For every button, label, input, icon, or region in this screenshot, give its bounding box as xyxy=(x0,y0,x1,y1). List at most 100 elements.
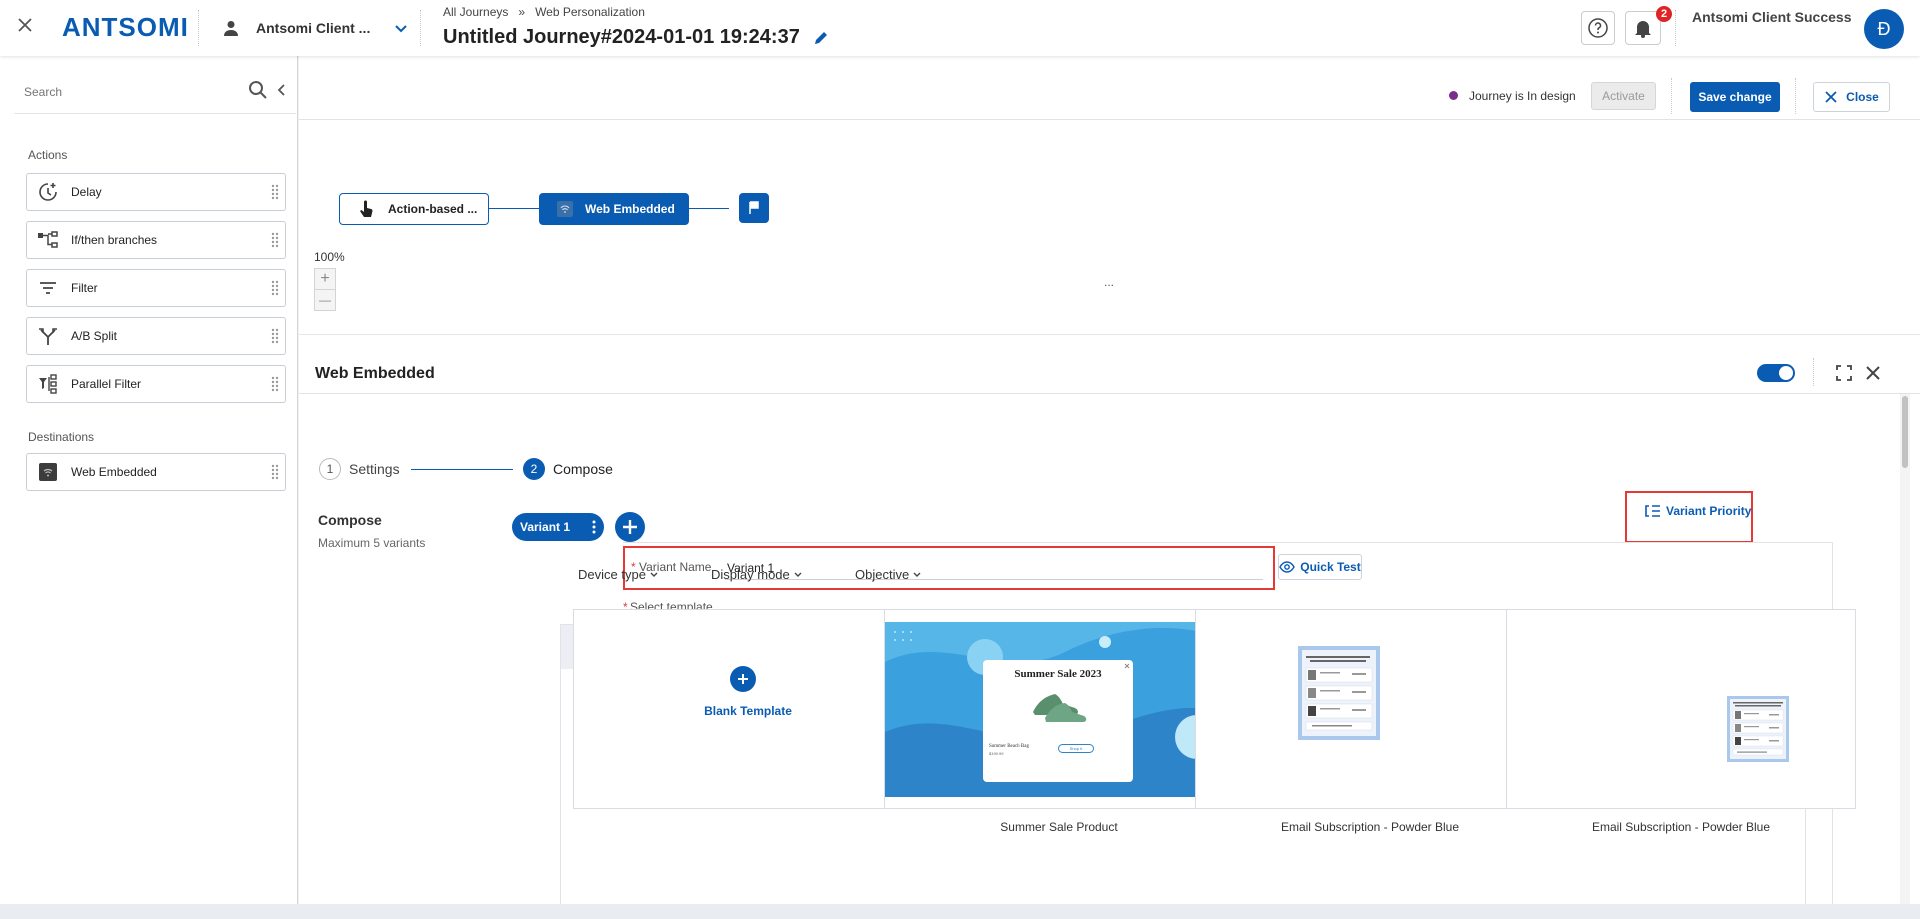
journey-title: Untitled Journey#2024-01-01 19:24:37 xyxy=(443,26,800,48)
zoom-level: 100% xyxy=(314,250,345,264)
summer-sale-preview-cta: Shop It xyxy=(1058,744,1094,753)
close-journey-button[interactable]: Close xyxy=(1813,82,1890,112)
split-icon xyxy=(35,325,61,347)
action-delay[interactable]: Delay xyxy=(26,173,286,211)
trigger-node[interactable]: Action-based ... xyxy=(339,193,489,225)
filter-display-mode[interactable]: Display mode xyxy=(711,567,802,582)
bell-icon xyxy=(1632,17,1654,39)
action-label: Parallel Filter xyxy=(71,377,142,391)
journey-status: Journey is In design xyxy=(1469,89,1576,103)
notification-button[interactable]: 2 xyxy=(1625,6,1672,45)
destinations-section-title: Destinations xyxy=(28,430,95,444)
collapse-sidebar-icon[interactable] xyxy=(276,84,288,96)
filter-label: Display mode xyxy=(711,567,790,582)
priority-list-icon xyxy=(1644,504,1660,518)
more-options-icon[interactable] xyxy=(592,520,596,534)
web-embedded-node[interactable]: Web Embedded xyxy=(539,193,689,225)
template-label-email-subscription-2: Email Subscription - Powder Blue xyxy=(1591,820,1771,834)
variant-tab[interactable]: Variant 1 xyxy=(512,513,604,541)
panel-enable-toggle[interactable] xyxy=(1757,364,1795,382)
drag-handle-icon[interactable] xyxy=(271,184,279,200)
search-icon[interactable] xyxy=(248,80,268,100)
top-bar: ANTSOMI Antsomi Client ... All Journeys … xyxy=(0,0,1920,56)
filter-label: Objective xyxy=(855,567,910,582)
drag-handle-icon[interactable] xyxy=(271,464,279,480)
quick-test-button[interactable]: Quick Test xyxy=(1278,554,1362,580)
quick-test-label: Quick Test xyxy=(1300,560,1361,574)
step-connector xyxy=(411,469,513,470)
filter-device-type[interactable]: Device type xyxy=(578,567,658,582)
summer-sale-preview-price: $199.99 xyxy=(989,751,1004,756)
template-label-email-subscription-1: Email Subscription - Powder Blue xyxy=(1280,820,1460,834)
account-selector[interactable]: Antsomi Client ... xyxy=(222,16,408,40)
action-label: Delay xyxy=(71,185,102,199)
step-label: Compose xyxy=(553,461,613,477)
eye-icon xyxy=(1279,561,1296,573)
action-label: A/B Split xyxy=(71,329,118,343)
chevron-down-icon xyxy=(913,572,921,578)
status-dot xyxy=(1449,91,1458,100)
template-card-blank[interactable]: Blank Template xyxy=(573,609,923,809)
close-panel-icon[interactable] xyxy=(1865,365,1881,381)
zoom-out-button[interactable]: — xyxy=(314,289,336,311)
summer-sale-preview-title: Summer Sale 2023 xyxy=(1014,668,1102,680)
touch-icon xyxy=(358,200,374,218)
filter-icon xyxy=(35,277,61,299)
action-ab-split[interactable]: A/B Split xyxy=(26,317,286,355)
drag-handle-icon[interactable] xyxy=(271,376,279,392)
step-compose[interactable]: 2 Compose xyxy=(523,458,613,480)
bottom-strip xyxy=(0,904,1920,919)
sidebar-search xyxy=(14,70,296,114)
step-settings[interactable]: 1 Settings xyxy=(319,458,400,480)
avatar[interactable]: Đ xyxy=(1864,9,1904,49)
compose-title: Compose xyxy=(318,512,382,528)
breadcrumb-web-personalization[interactable]: Web Personalization xyxy=(535,5,645,19)
delay-icon xyxy=(35,181,61,203)
variant-priority-button[interactable]: Variant Priority xyxy=(1644,504,1751,518)
journey-canvas: Action-based ... Web Embedded 100% + — xyxy=(299,120,1920,335)
flag-icon xyxy=(748,201,760,215)
panel-title: Web Embedded xyxy=(315,365,435,382)
user-name: Antsomi Client Success xyxy=(1692,9,1852,25)
account-name: Antsomi Client ... xyxy=(256,20,371,36)
summer-sale-preview xyxy=(885,622,1233,797)
save-change-button[interactable]: Save change xyxy=(1690,82,1780,112)
action-parallel-filter[interactable]: Parallel Filter xyxy=(26,365,286,403)
panel-scrollbar[interactable] xyxy=(1900,394,1910,919)
panel-header xyxy=(299,352,1920,394)
plus-icon xyxy=(622,519,638,535)
drag-handle-icon[interactable] xyxy=(271,328,279,344)
template-card-email-subscription-2[interactable] xyxy=(1506,609,1856,809)
template-card-summer-sale[interactable]: Summer Sale 2023 Summer Beach Bag $199.9… xyxy=(884,609,1234,809)
add-variant-button[interactable] xyxy=(615,512,645,542)
breadcrumb-all-journeys[interactable]: All Journeys xyxy=(443,5,508,19)
drag-handle-icon[interactable] xyxy=(271,280,279,296)
destination-web-embedded[interactable]: Web Embedded xyxy=(26,453,286,491)
chevron-down-icon[interactable] xyxy=(394,21,408,35)
breadcrumb-separator: » xyxy=(518,5,526,19)
action-label: If/then branches xyxy=(71,233,158,247)
actions-section-title: Actions xyxy=(28,148,68,162)
close-app-icon[interactable] xyxy=(16,16,34,34)
antsomi-logo[interactable]: ANTSOMI xyxy=(62,12,189,43)
search-input[interactable] xyxy=(24,82,244,102)
summer-sale-preview-item: Summer Beach Bag xyxy=(989,744,1029,749)
panel-resize-handle[interactable]: ... xyxy=(1089,276,1129,292)
end-node[interactable] xyxy=(739,193,769,223)
branch-icon xyxy=(35,229,61,251)
edit-title-icon[interactable] xyxy=(813,30,829,46)
help-icon[interactable] xyxy=(1581,11,1615,45)
zoom-in-button[interactable]: + xyxy=(314,268,336,290)
chevron-down-icon xyxy=(794,572,802,578)
breadcrumb: All Journeys » Web Personalization xyxy=(443,5,645,19)
expand-icon[interactable] xyxy=(1836,365,1852,381)
drag-handle-icon[interactable] xyxy=(271,232,279,248)
variant-name-input[interactable] xyxy=(725,556,1263,580)
action-filter[interactable]: Filter xyxy=(26,269,286,307)
filter-objective[interactable]: Objective xyxy=(855,567,921,582)
main-area: Journey is In design Activate Save chang… xyxy=(299,56,1920,919)
action-if-then-branches[interactable]: If/then branches xyxy=(26,221,286,259)
activate-button[interactable]: Activate xyxy=(1591,82,1656,110)
template-card-email-subscription-1[interactable] xyxy=(1195,609,1545,809)
user-icon xyxy=(222,19,240,37)
